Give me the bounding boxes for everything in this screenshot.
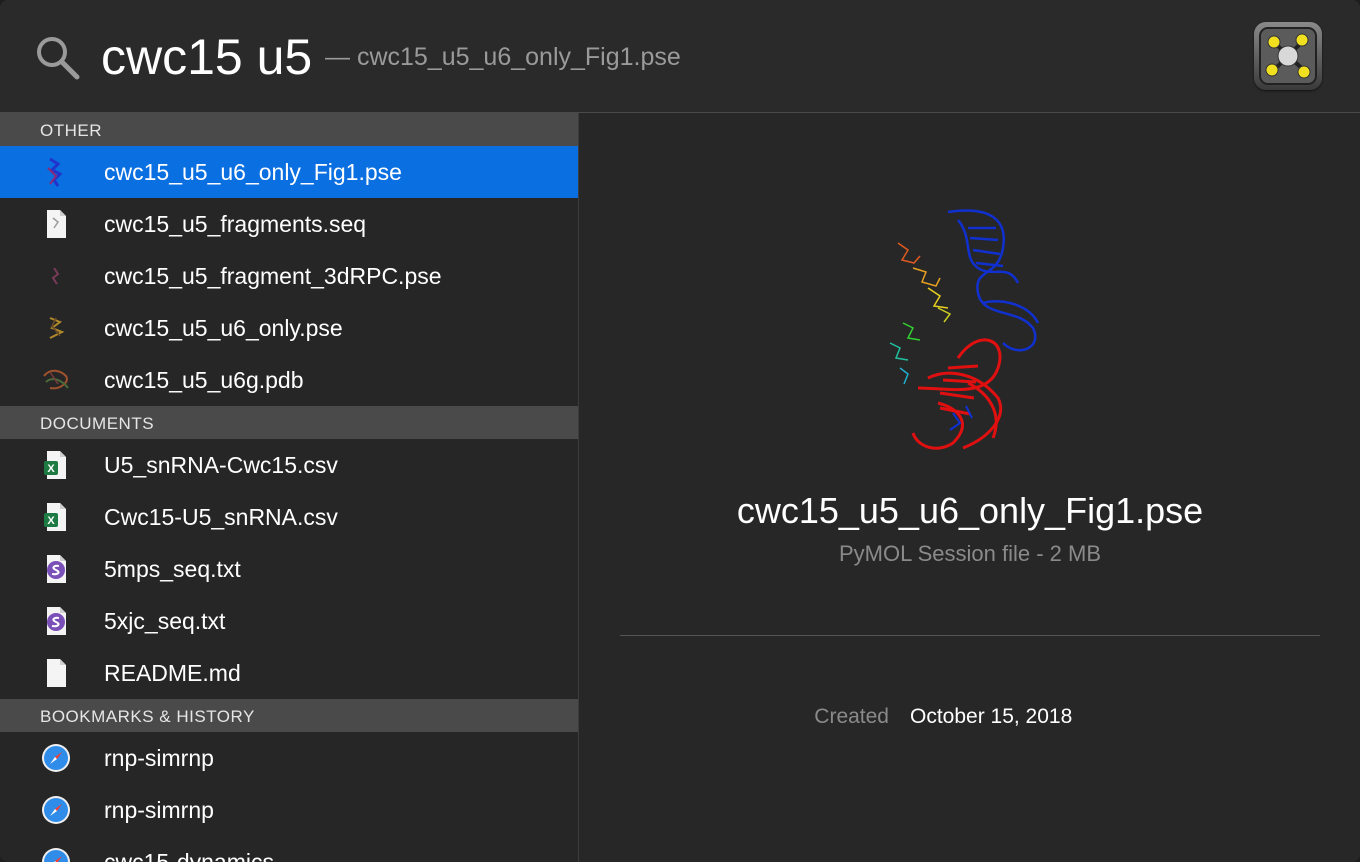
result-item-label: 5mps_seq.txt <box>104 556 241 582</box>
result-item-label: U5_snRNA-Cwc15.csv <box>104 452 338 478</box>
pymol-session-icon <box>47 157 63 187</box>
result-item[interactable]: cwc15_u5_u6g.pdb <box>0 354 578 406</box>
result-item-label: cwc15_u5_fragment_3dRPC.pse <box>104 263 442 289</box>
search-autocomplete-hint: — cwc15_u5_u6_only_Fig1.pse <box>325 43 681 71</box>
result-item[interactable]: cwc15_u5_fragments.seq <box>0 198 578 250</box>
svg-text:X: X <box>47 515 55 527</box>
safari-icon <box>42 796 70 824</box>
result-item[interactable]: X U5_snRNA-Cwc15.csv <box>0 439 578 491</box>
section-header-bookmarks-history: BOOKMARKS & HISTORY <box>0 699 578 732</box>
result-item[interactable]: cwc15_u5_u6_only_Fig1.pse <box>0 146 578 198</box>
result-item-label: cwc15_u5_fragments.seq <box>104 211 367 237</box>
document-icon <box>47 210 66 238</box>
preview-pane: cwc15_u5_u6_only_Fig1.pse PyMOL Session … <box>580 113 1360 862</box>
result-item-label: cwc15_u5_u6g.pdb <box>104 367 304 393</box>
result-item[interactable]: README.md <box>0 647 578 699</box>
blank-document-icon <box>47 659 66 687</box>
result-item[interactable]: X Cwc15-U5_snRNA.csv <box>0 491 578 543</box>
created-label: Created <box>814 705 889 728</box>
preview-title: cwc15_u5_u6_only_Fig1.pse <box>736 490 1204 531</box>
pymol-app-icon <box>1254 22 1322 90</box>
spotlight-window: cwc15 u5 — cwc15_u5_u6_only_Fig1.pse OTH… <box>0 0 1360 862</box>
excel-icon: X <box>44 451 66 479</box>
result-item[interactable]: rnp-simrnp <box>0 732 578 784</box>
molecule-structure-image <box>889 209 1040 450</box>
result-item-label: rnp-simrnp <box>104 797 214 823</box>
section-header-other: OTHER <box>0 113 578 146</box>
result-item[interactable]: 5xjc_seq.txt <box>0 595 578 647</box>
result-item[interactable]: rnp-simrnp <box>0 784 578 836</box>
svg-text:X: X <box>47 463 55 475</box>
pymol-session-icon <box>49 317 65 339</box>
result-item-label: cwc15_u5_u6_only_Fig1.pse <box>104 159 402 185</box>
result-item-label: 5xjc_seq.txt <box>104 608 226 634</box>
search-icon <box>37 37 80 80</box>
emacs-icon <box>47 607 66 635</box>
result-item-label: rnp-simrnp <box>104 745 214 771</box>
result-item-label: Cwc15-U5_snRNA.csv <box>104 504 338 530</box>
result-item[interactable]: cwc15_u5_u6_only.pse <box>0 302 578 354</box>
result-item-label: README.md <box>104 660 241 686</box>
created-value: October 15, 2018 <box>910 705 1073 728</box>
preview-subtitle: PyMOL Session file - 2 MB <box>838 541 1102 566</box>
search-input[interactable]: cwc15 u5 <box>101 22 312 92</box>
section-header-documents: DOCUMENTS <box>0 406 578 439</box>
emacs-icon <box>47 555 66 583</box>
divider <box>620 635 1320 636</box>
result-item-label: cwc15-dynamics <box>104 849 274 862</box>
result-item[interactable]: cwc15_u5_fragment_3dRPC.pse <box>0 250 578 302</box>
safari-icon <box>42 848 70 862</box>
results-list: OTHER cwc15_u5_u6_only_Fig1.pse cwc15_u5… <box>0 113 579 862</box>
safari-icon <box>42 744 70 772</box>
search-bar: cwc15 u5 — cwc15_u5_u6_only_Fig1.pse <box>0 0 1360 113</box>
pymol-session-icon <box>51 267 60 285</box>
result-item[interactable]: 5mps_seq.txt <box>0 543 578 595</box>
result-item-label: cwc15_u5_u6_only.pse <box>104 315 343 341</box>
excel-icon: X <box>44 503 66 531</box>
pdb-structure-icon <box>43 369 69 390</box>
result-item[interactable]: cwc15-dynamics <box>0 836 578 862</box>
